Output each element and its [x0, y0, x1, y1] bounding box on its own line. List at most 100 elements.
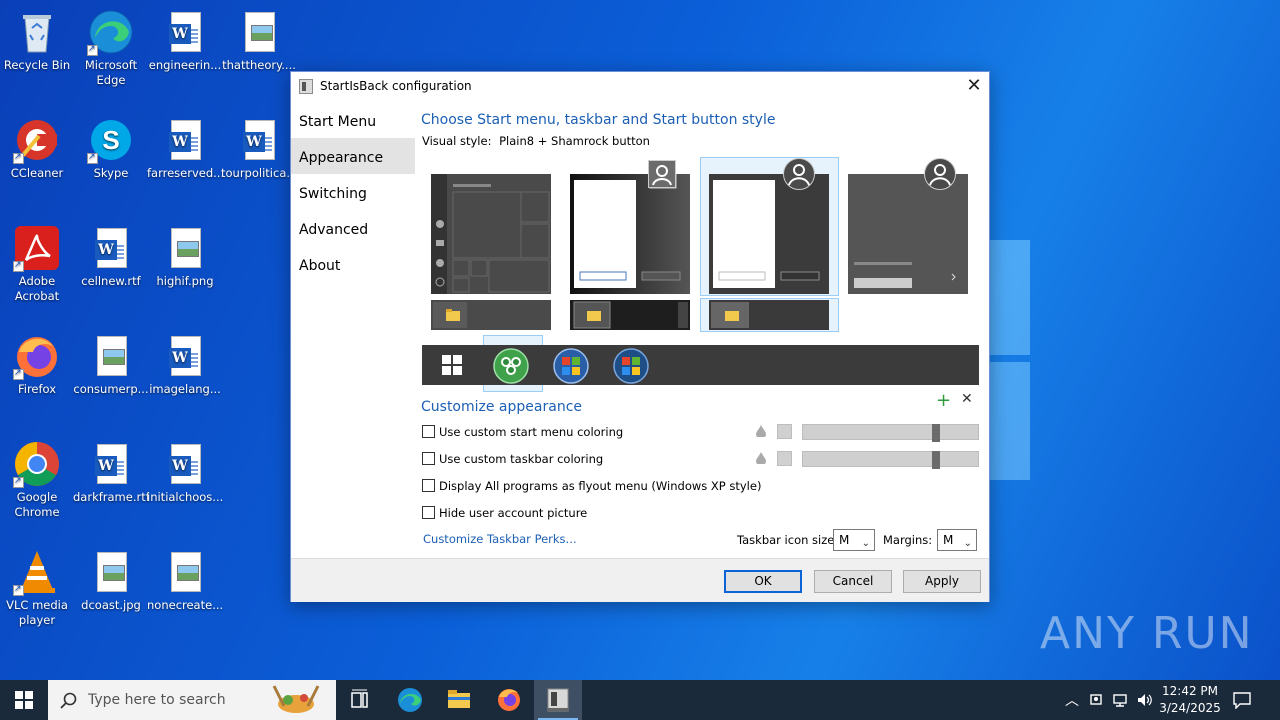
checkbox[interactable]: [422, 479, 435, 492]
windows-logo-icon: [442, 355, 462, 375]
desktop-icon-thattheory[interactable]: thattheory....: [221, 8, 297, 73]
remove-icon[interactable]: ✕: [961, 391, 973, 407]
word-document-icon: W: [235, 116, 283, 164]
start-button-vista-orb[interactable]: [613, 348, 649, 387]
clock-time: 12:42 PM: [1162, 684, 1218, 698]
anyrun-watermark: ANY RUN: [1040, 608, 1254, 659]
style-option-windows7[interactable]: [570, 160, 690, 294]
start-button-shamrock[interactable]: [493, 348, 529, 387]
close-button[interactable]: ✕: [959, 72, 989, 101]
notification-center-icon[interactable]: [1232, 691, 1252, 709]
nav-about[interactable]: About: [291, 246, 415, 282]
taskbar-search-box[interactable]: Type here to search: [48, 680, 336, 720]
taskbar-startisback-config[interactable]: [534, 680, 582, 720]
desktop-icon-imagelang[interactable]: W imagelang...: [147, 332, 223, 397]
taskbar-opacity-slider[interactable]: [802, 451, 979, 469]
desktop-icon-google-chrome[interactable]: Google Chrome: [0, 440, 75, 520]
taskbar-style-plain8[interactable]: [709, 300, 829, 330]
desktop-icon-initialchoos[interactable]: W initialchoos...: [147, 440, 223, 505]
metro-menu-preview: [848, 174, 968, 294]
wallpaper-logo: [985, 240, 1030, 480]
taskbar-clock[interactable]: 12:42 PM 3/24/2025: [1158, 683, 1222, 717]
taskbar-style-windows10[interactable]: [431, 300, 551, 330]
taskbar-file-explorer[interactable]: [435, 680, 483, 720]
taskbar-edge[interactable]: [386, 680, 434, 720]
chevron-down-icon: ⌄: [963, 538, 972, 549]
style-heading: Choose Start menu, taskbar and Start but…: [421, 112, 776, 128]
meet-now-icon[interactable]: [1089, 692, 1105, 708]
start-button-windows10[interactable]: [442, 355, 462, 378]
desktop-icon-recycle-bin[interactable]: Recycle Bin: [0, 8, 75, 73]
desktop-icon-nonecreate[interactable]: nonecreate...: [147, 548, 223, 613]
taskbar-firefox[interactable]: [485, 680, 533, 720]
nav-switching[interactable]: Switching: [291, 174, 415, 210]
check-hide-user-picture[interactable]: Hide user account picture: [422, 505, 587, 521]
style-option-windows10[interactable]: [431, 174, 551, 294]
ccleaner-icon: [13, 116, 61, 165]
style-option-metro[interactable]: [848, 158, 968, 294]
desktop-icon-firefox[interactable]: Firefox: [0, 332, 75, 397]
check-custom-taskbar-coloring[interactable]: Use custom taskbar coloring: [422, 451, 603, 467]
windows7-orb-icon: [553, 348, 589, 384]
desktop-icon-engineerin[interactable]: W engineerin...: [147, 8, 223, 73]
cancel-button[interactable]: Cancel: [814, 570, 892, 593]
user-picture-frame: [648, 160, 676, 188]
image-file-icon: [87, 332, 135, 380]
desktop-icon-dcoast[interactable]: dcoast.jpg: [73, 548, 149, 613]
nav-advanced[interactable]: Advanced: [291, 210, 415, 246]
desktop-icon-highif[interactable]: highif.png: [147, 224, 223, 289]
checkbox[interactable]: [422, 506, 435, 519]
margins-select[interactable]: M ⌄: [937, 529, 977, 551]
icon-size-select[interactable]: M ⌄: [833, 529, 875, 551]
desktop-icon-edge[interactable]: Microsoft Edge: [73, 8, 149, 88]
margins-label: Margins:: [883, 533, 933, 547]
task-view-button[interactable]: [336, 680, 384, 720]
desktop-icon-darkframe[interactable]: W darkframe.rtf: [73, 440, 149, 505]
image-file-icon: [161, 224, 209, 272]
checkbox[interactable]: [422, 425, 435, 438]
opacity-drop-icon: [756, 425, 766, 437]
check-custom-start-menu-coloring[interactable]: Use custom start menu coloring: [422, 424, 623, 440]
customize-taskbar-perks-link[interactable]: Customize Taskbar Perks...: [423, 532, 577, 546]
start-button[interactable]: [0, 680, 48, 720]
app-icon: [299, 79, 313, 94]
network-icon[interactable]: [1112, 692, 1130, 708]
desktop-icon-ccleaner[interactable]: CCleaner: [0, 116, 75, 181]
desktop-icon-farreserved[interactable]: W farreserved...: [147, 116, 223, 181]
start-menu-color-swatch[interactable]: [777, 424, 792, 439]
windows7-menu-preview: [570, 174, 690, 294]
start-button-windows7-orb[interactable]: [553, 348, 589, 387]
acrobat-icon: [13, 224, 61, 273]
appearance-panel: Choose Start menu, taskbar and Start but…: [421, 102, 981, 148]
desktop-icon-vlc[interactable]: VLC media player: [0, 548, 75, 628]
startisback-app-icon: [547, 688, 569, 712]
add-icon[interactable]: +: [936, 390, 951, 411]
desktop-icon-tourpolitica[interactable]: W tourpolitica...: [221, 116, 297, 181]
checkbox[interactable]: [422, 452, 435, 465]
vista-orb-icon: [613, 348, 649, 384]
taskbar: Type here to search ︿ 12:42 PM 3/24/2025: [0, 680, 1280, 720]
desktop-icon-adobe-acrobat[interactable]: Adobe Acrobat: [0, 224, 75, 304]
desktop-icon-cellnew[interactable]: W cellnew.rtf: [73, 224, 149, 289]
image-file-icon: [87, 548, 135, 596]
nav-appearance[interactable]: Appearance: [291, 138, 415, 174]
slider-thumb[interactable]: [932, 424, 940, 442]
chevron-up-icon[interactable]: ︿: [1065, 690, 1079, 710]
volume-icon[interactable]: [1136, 692, 1154, 708]
style-option-plain8[interactable]: [709, 158, 829, 294]
check-all-programs-flyout[interactable]: Display All programs as flyout menu (Win…: [422, 478, 761, 494]
apply-button[interactable]: Apply: [903, 570, 981, 593]
shamrock-icon: [493, 348, 529, 384]
nav-start-menu[interactable]: Start Menu: [291, 102, 415, 138]
desktop-icon-skype[interactable]: S Skype: [73, 116, 149, 181]
close-icon: ✕: [966, 75, 982, 96]
firefox-icon: [498, 689, 520, 711]
slider-thumb[interactable]: [932, 451, 940, 469]
desktop-icon-consumerp[interactable]: consumerp...: [73, 332, 149, 397]
taskbar-color-swatch[interactable]: [777, 451, 792, 466]
start-menu-opacity-slider[interactable]: [802, 424, 979, 442]
image-file-icon: [235, 8, 283, 56]
ok-button[interactable]: OK: [724, 570, 802, 593]
taskbar-style-windows7[interactable]: [570, 300, 690, 330]
visual-style-value: Plain8 + Shamrock button: [499, 134, 650, 148]
